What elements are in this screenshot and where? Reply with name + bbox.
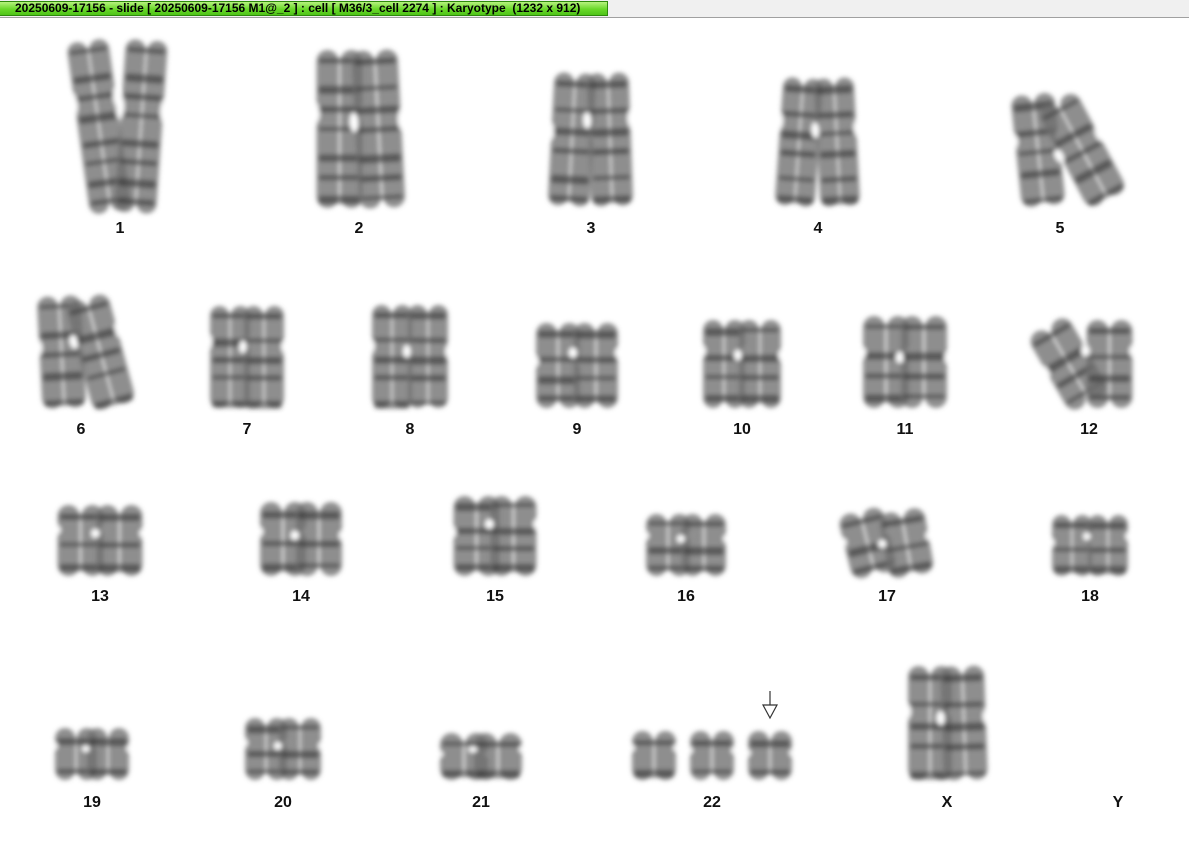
chromosome-X-homolog-2[interactable]	[935, 665, 993, 781]
chromosome-13-homolog-2[interactable]	[91, 505, 148, 576]
chromosome-22-homolog-2[interactable]	[685, 731, 739, 780]
chromosome-label-1: 1	[115, 220, 125, 237]
chromosome-11-homolog-2[interactable]	[895, 316, 953, 408]
chromosome-14-homolog-2[interactable]	[290, 502, 348, 576]
chromosome-22-homolog-1[interactable]	[627, 731, 681, 780]
chromosome-label-17: 17	[878, 588, 896, 605]
chromosome-4-homolog-2[interactable]	[809, 77, 865, 207]
chromosome-21-homolog-2[interactable]	[468, 733, 528, 780]
chromosome-20-homolog-2[interactable]	[274, 718, 326, 780]
chromosome-label-6: 6	[76, 421, 86, 438]
chromosome-15-homolog-2[interactable]	[485, 496, 542, 576]
chromosome-label-11: 11	[896, 421, 914, 438]
chromosome-label-2: 2	[354, 220, 364, 237]
chromosome-label-14: 14	[292, 588, 310, 605]
chromosome-9-homolog-2[interactable]	[569, 323, 623, 408]
chromosome-8-homolog-2[interactable]	[403, 305, 453, 408]
chromosome-19-homolog-2[interactable]	[82, 728, 134, 780]
window-titlebar: 20250609-17156 - slide [ 20250609-17156 …	[0, 0, 1189, 18]
abnormality-arrow-icon	[761, 691, 779, 720]
chromosome-label-Y: Y	[1112, 794, 1124, 811]
chromosome-label-X: X	[941, 794, 953, 811]
chromosome-16-homolog-2[interactable]	[677, 514, 731, 576]
chromosome-label-12: 12	[1080, 421, 1098, 438]
chromosome-10-homolog-2[interactable]	[734, 320, 786, 408]
chromosome-label-16: 16	[677, 588, 695, 605]
chromosome-label-22: 22	[703, 794, 721, 811]
chromosome-22-homolog-3[interactable]	[743, 731, 797, 780]
karyogram: 1 2 3 4 5 6 7 8 9 10 11 12 13 14 15 16 17 18 19 20 21 22 X Y	[0, 18, 1189, 848]
chromosome-label-5: 5	[1055, 220, 1065, 237]
chromosome-label-15: 15	[486, 588, 504, 605]
chromosome-label-9: 9	[572, 421, 582, 438]
chromosome-label-19: 19	[83, 794, 101, 811]
chromosome-label-13: 13	[91, 588, 109, 605]
chromosome-label-18: 18	[1081, 588, 1099, 605]
chromosome-label-7: 7	[242, 421, 252, 438]
chromosome-label-4: 4	[813, 220, 823, 237]
chromosome-label-21: 21	[472, 794, 490, 811]
chromosome-label-8: 8	[405, 421, 415, 438]
chromosome-label-10: 10	[733, 421, 751, 438]
chromosome-label-20: 20	[274, 794, 292, 811]
window-title[interactable]: 20250609-17156 - slide [ 20250609-17156 …	[0, 1, 608, 16]
chromosome-7-homolog-2[interactable]	[239, 306, 289, 409]
chromosome-18-homolog-2[interactable]	[1083, 515, 1133, 576]
chromosome-label-3: 3	[586, 220, 596, 237]
chromosome-12-homolog-2[interactable]	[1081, 320, 1138, 408]
